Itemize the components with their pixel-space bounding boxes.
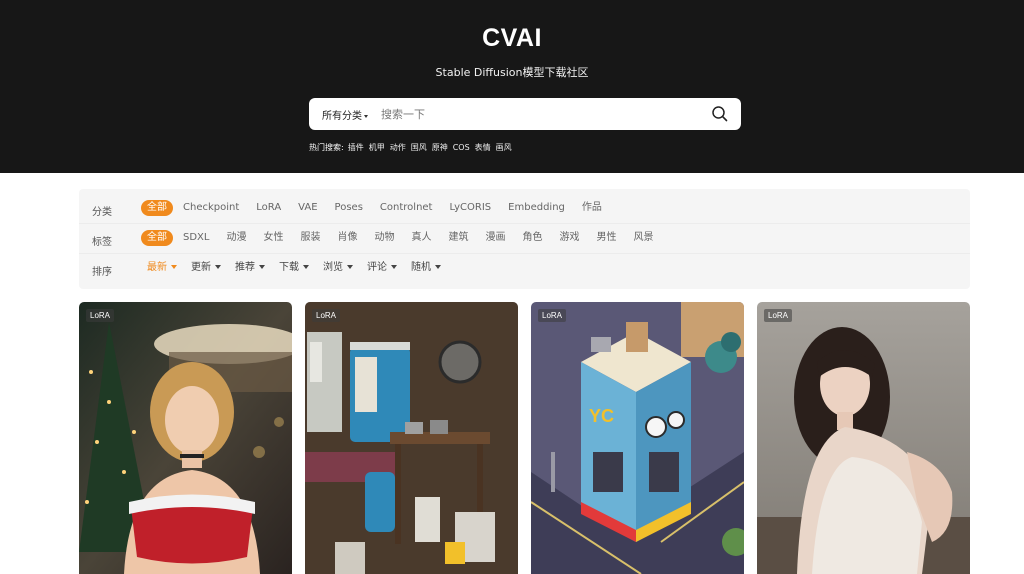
model-card[interactable]: YC LoRA [531, 302, 744, 574]
category-lycoris[interactable]: LyCORIS [449, 200, 491, 216]
filter-panel: 分类 全部 Checkpoint LoRA VAE Poses Controln… [79, 189, 970, 289]
caret-down-icon [171, 265, 177, 269]
hot-search-tag[interactable]: 插件 [348, 143, 364, 152]
category-embedding[interactable]: Embedding [508, 200, 565, 216]
sort-option-comments[interactable]: 评论 [367, 260, 397, 276]
sort-option-views[interactable]: 浏览 [323, 260, 353, 276]
search-scope-dropdown[interactable]: 所有分类 [322, 107, 368, 122]
hot-search-row: 热门搜索: 插件 机甲 动作 国风 原神 COS 表情 画风 [309, 142, 517, 153]
hot-search-tag[interactable]: 画风 [496, 143, 512, 152]
tag-all[interactable]: 全部 [141, 230, 173, 246]
hot-search-tag[interactable]: 表情 [475, 143, 491, 152]
tag-item[interactable]: 服装 [300, 230, 320, 246]
search-scope-label: 所有分类 [322, 111, 362, 122]
tag-item[interactable]: 真人 [411, 230, 431, 246]
category-poses[interactable]: Poses [335, 200, 363, 216]
hot-search-tag[interactable]: 原神 [432, 143, 448, 152]
tag-item[interactable]: 女性 [263, 230, 283, 246]
search-bar: 所有分类 [309, 98, 741, 130]
hot-search-tag[interactable]: 动作 [390, 143, 406, 152]
sort-option-label: 更新 [191, 262, 211, 273]
category-vae[interactable]: VAE [298, 200, 317, 216]
sort-option-updated[interactable]: 更新 [191, 260, 221, 276]
category-controlnet[interactable]: Controlnet [380, 200, 433, 216]
sort-option-label: 最新 [147, 262, 167, 273]
sort-option-latest[interactable]: 最新 [147, 260, 177, 276]
hot-search-tag[interactable]: 机甲 [369, 143, 385, 152]
tag-label: 标签 [92, 237, 112, 248]
tag-item[interactable]: 肖像 [337, 230, 357, 246]
search-icon[interactable] [711, 105, 729, 123]
category-all[interactable]: 全部 [141, 200, 173, 216]
tag-filter-row: 标签 全部 SDXL 动漫 女性 服装 肖像 动物 真人 建筑 漫画 角色 游戏… [79, 224, 970, 254]
model-type-badge: LoRA [312, 309, 341, 322]
category-works[interactable]: 作品 [582, 200, 602, 216]
chevron-down-icon [364, 114, 368, 118]
model-type-badge: LoRA [764, 309, 793, 322]
model-card[interactable]: LoRA [79, 302, 292, 574]
svg-text:YC: YC [589, 406, 614, 426]
search-input[interactable] [381, 104, 701, 124]
tag-item[interactable]: SDXL [183, 230, 209, 246]
model-thumbnail [305, 302, 518, 574]
sort-label: 排序 [92, 267, 112, 278]
caret-down-icon [303, 265, 309, 269]
hero-header: CVAI Stable Diffusion模型下载社区 所有分类 热门搜索: 插件… [0, 0, 1024, 173]
model-thumbnail [79, 302, 292, 574]
site-subtitle: Stable Diffusion模型下载社区 [435, 66, 589, 79]
model-thumbnail: YC [531, 302, 744, 574]
category-filter-row: 分类 全部 Checkpoint LoRA VAE Poses Controln… [79, 194, 970, 224]
model-thumbnail [757, 302, 970, 574]
tag-item[interactable]: 建筑 [448, 230, 468, 246]
tag-item[interactable]: 男性 [596, 230, 616, 246]
model-card[interactable]: LoRA [305, 302, 518, 574]
model-card[interactable]: LoRA [757, 302, 970, 574]
sort-option-label: 浏览 [323, 262, 343, 273]
category-checkpoint[interactable]: Checkpoint [183, 200, 239, 216]
sort-option-downloads[interactable]: 下载 [279, 260, 309, 276]
site-title[interactable]: CVAI [0, 24, 1024, 53]
sort-option-label: 下载 [279, 262, 299, 273]
sort-option-label: 评论 [367, 262, 387, 273]
sort-option-recommended[interactable]: 推荐 [235, 260, 265, 276]
tag-item[interactable]: 动物 [374, 230, 394, 246]
sort-option-label: 随机 [411, 262, 431, 273]
caret-down-icon [391, 265, 397, 269]
sort-row: 排序 最新 更新 推荐 下载 浏览 评论 随机 [79, 254, 970, 284]
caret-down-icon [215, 265, 221, 269]
caret-down-icon [347, 265, 353, 269]
tag-item[interactable]: 风景 [633, 230, 653, 246]
tag-item[interactable]: 漫画 [485, 230, 505, 246]
category-lora[interactable]: LoRA [256, 200, 281, 216]
sort-option-random[interactable]: 随机 [411, 260, 441, 276]
tag-item[interactable]: 角色 [522, 230, 542, 246]
caret-down-icon [259, 265, 265, 269]
model-type-badge: LoRA [538, 309, 567, 322]
hot-search-tag[interactable]: COS [453, 143, 470, 152]
tag-item[interactable]: 动漫 [226, 230, 246, 246]
hot-search-label: 热门搜索: [309, 143, 344, 152]
hot-search-tag[interactable]: 国风 [411, 143, 427, 152]
caret-down-icon [435, 265, 441, 269]
sort-option-label: 推荐 [235, 262, 255, 273]
tag-item[interactable]: 游戏 [559, 230, 579, 246]
category-label: 分类 [92, 207, 112, 218]
model-type-badge: LoRA [86, 309, 115, 322]
